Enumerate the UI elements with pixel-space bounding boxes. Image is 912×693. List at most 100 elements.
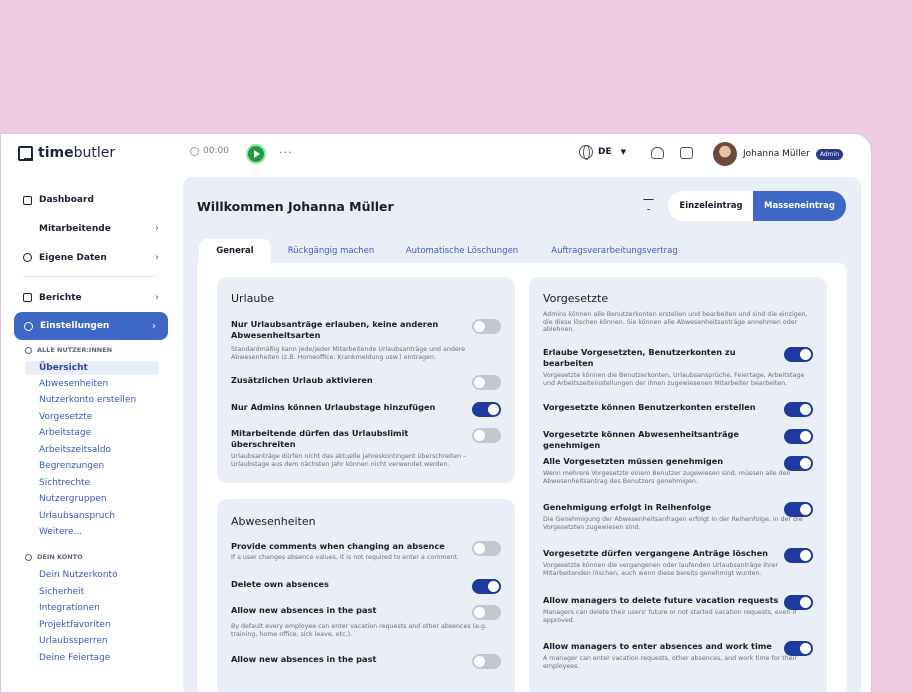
tab-general[interactable]: General bbox=[199, 239, 271, 265]
nav-einstellungen[interactable]: Einstellungen › bbox=[14, 312, 168, 340]
logo[interactable]: timebutler bbox=[18, 145, 115, 161]
sub-deine-feiertage[interactable]: Deine Feiertage bbox=[39, 653, 110, 663]
setting-label: Provide comments when changing an absenc… bbox=[231, 541, 445, 551]
toggle-switch[interactable] bbox=[472, 605, 501, 620]
nav-label: Einstellungen bbox=[40, 321, 110, 331]
toggle-switch[interactable] bbox=[784, 641, 813, 656]
divider bbox=[23, 276, 157, 277]
chevron-right-icon: › bbox=[155, 292, 159, 303]
intro-text: Admins können alle Benutzerkonten erstel… bbox=[543, 311, 813, 334]
mass-entry-button[interactable]: Masseneintrag bbox=[753, 191, 846, 221]
toggle-switch[interactable] bbox=[784, 548, 813, 563]
main-panel: Willkommen Johanna Müller Einzeleintrag … bbox=[183, 177, 861, 692]
nav-berichte[interactable]: Berichte › bbox=[23, 292, 159, 303]
tab-rueckgaengig[interactable]: Rückgängig machen bbox=[285, 239, 377, 265]
setting-desc: By default every employee can enter vaca… bbox=[231, 623, 487, 638]
chevron-right-icon: › bbox=[155, 223, 159, 234]
setting-row: Allow new absences in the past By defaul… bbox=[231, 605, 501, 638]
sub-nutzerkonto-erstellen[interactable]: Nutzerkonto erstellen bbox=[39, 395, 136, 405]
card-title: Abwesenheiten bbox=[231, 515, 316, 528]
toggle-switch[interactable] bbox=[472, 654, 501, 669]
logo-bold: time bbox=[38, 145, 74, 161]
toggle-switch[interactable] bbox=[472, 402, 501, 417]
toggle-switch[interactable] bbox=[784, 502, 813, 517]
mail-icon[interactable] bbox=[680, 147, 693, 159]
sub-urlaubssperren[interactable]: Urlaubssperren bbox=[39, 636, 108, 646]
language-select[interactable]: DE ▼ bbox=[579, 145, 626, 160]
sub-projektfavoriten[interactable]: Projektfavoriten bbox=[39, 620, 111, 630]
setting-label: Nur Admins können Urlaubstage hinzufügen bbox=[231, 402, 436, 412]
tab-automatische-loeschungen[interactable]: Automatische Löschungen bbox=[403, 239, 521, 265]
setting-row: Delete own absences bbox=[231, 579, 501, 594]
toggle-switch[interactable] bbox=[784, 402, 813, 417]
setting-row: Nur Urlaubsanträge erlauben, keine ander… bbox=[231, 319, 501, 361]
toggle-switch[interactable] bbox=[472, 541, 501, 556]
play-button[interactable] bbox=[246, 144, 266, 164]
nav-label: Dashboard bbox=[39, 195, 94, 205]
sub-vorgesetzte[interactable]: Vorgesetzte bbox=[39, 412, 92, 422]
sub-arbeitszeitsaldo[interactable]: Arbeitszeitsaldo bbox=[39, 445, 111, 455]
setting-label: Genehmigung erfolgt in Reihenfolge bbox=[543, 502, 712, 512]
home-icon bbox=[23, 195, 32, 205]
toggle-switch[interactable] bbox=[784, 456, 813, 471]
toggle-switch[interactable] bbox=[784, 429, 813, 444]
user-menu[interactable]: Johanna Müller Admin bbox=[713, 142, 843, 166]
globe-icon bbox=[579, 145, 593, 160]
setting-label: Nur Urlaubsanträge erlauben, keine ander… bbox=[231, 319, 439, 340]
tab-auftragsverarbeitung[interactable]: Auftragsverarbeitungsvertrag bbox=[548, 239, 681, 265]
toggle-switch[interactable] bbox=[472, 319, 501, 334]
card-urlaube: Urlaube Nur Urlaubsanträge erlauben, kei… bbox=[217, 277, 515, 483]
app-window: timebutler 00:00 ··· DE ▼ Johanna Müller… bbox=[0, 133, 872, 693]
sub-arbeitstage[interactable]: Arbeitstage bbox=[39, 428, 91, 438]
setting-label: Vorgesetzte dürfen vergangene Anträge lö… bbox=[543, 548, 768, 558]
setting-row: Genehmigung erfolgt in Reihenfolge Die G… bbox=[543, 502, 813, 531]
setting-desc: Vorgesetzte können die Benutzerkonten, U… bbox=[543, 372, 805, 387]
section-label: ALLE NUTZER:INNEN bbox=[37, 346, 113, 354]
toggle-switch[interactable] bbox=[784, 595, 813, 610]
sub-begrenzungen[interactable]: Begrenzungen bbox=[39, 461, 104, 471]
sub-nutzergruppen[interactable]: Nutzergruppen bbox=[39, 494, 107, 504]
sub-sicherheit[interactable]: Sicherheit bbox=[39, 587, 84, 597]
toggle-switch[interactable] bbox=[784, 347, 813, 362]
timer: 00:00 bbox=[190, 146, 229, 156]
setting-label: Alle Vorgesetzten müssen genehmigen bbox=[543, 456, 724, 466]
more-menu[interactable]: ··· bbox=[279, 146, 293, 159]
sub-urlaubsanspruch[interactable]: Urlaubsanspruch bbox=[39, 511, 115, 521]
person-icon bbox=[23, 253, 32, 262]
section-own-account: DEIN KONTO bbox=[25, 553, 83, 561]
setting-label: Erlaube Vorgesetzten, Benutzerkonten zu … bbox=[543, 347, 736, 368]
gear-icon bbox=[24, 321, 33, 331]
setting-desc: Admins können alle Benutzerkonten erstel… bbox=[543, 311, 808, 333]
sub-integrationen[interactable]: Integrationen bbox=[39, 603, 100, 613]
sub-sichtrechte[interactable]: Sichtrechte bbox=[39, 478, 90, 488]
chart-icon bbox=[23, 293, 32, 302]
setting-desc: Managers can delete their users' future … bbox=[543, 609, 797, 624]
filter-icon[interactable] bbox=[643, 199, 654, 210]
toggle-switch[interactable] bbox=[472, 428, 501, 443]
bell-icon[interactable] bbox=[651, 147, 664, 159]
sub-dein-nutzerkonto[interactable]: Dein Nutzerkonto bbox=[39, 570, 118, 580]
setting-desc: If a user changes absence values, it is … bbox=[231, 554, 459, 561]
admin-badge: Admin bbox=[815, 148, 843, 160]
toggle-switch[interactable] bbox=[472, 375, 501, 390]
toggle-switch[interactable] bbox=[472, 579, 501, 594]
setting-desc: Die Genehmigung der Abwesenheitsanfragen… bbox=[543, 516, 803, 531]
sub-weitere[interactable]: Weitere... bbox=[39, 527, 82, 537]
nav-dashboard[interactable]: Dashboard bbox=[23, 195, 159, 205]
users-icon bbox=[25, 346, 32, 354]
sub-abwesenheiten[interactable]: Abwesenheiten bbox=[39, 379, 108, 389]
setting-row: Nur Admins können Urlaubstage hinzufügen bbox=[231, 402, 501, 417]
nav-label: Eigene Daten bbox=[39, 252, 107, 263]
nav-eigene-daten[interactable]: Eigene Daten › bbox=[23, 252, 159, 263]
avatar bbox=[713, 142, 737, 166]
timer-value: 00:00 bbox=[203, 146, 229, 156]
setting-label: Vorgesetzte können Benutzerkonten erstel… bbox=[543, 402, 756, 412]
top-bar: timebutler 00:00 ··· DE ▼ Johanna Müller… bbox=[1, 134, 871, 176]
user-name: Johanna Müller bbox=[743, 149, 810, 159]
setting-row: Allow managers to delete future vacation… bbox=[543, 595, 813, 624]
nav-mitarbeitende[interactable]: Mitarbeitende › bbox=[23, 223, 159, 234]
sub-uebersicht[interactable]: Übersicht bbox=[25, 361, 159, 375]
nav-label: Berichte bbox=[39, 292, 82, 303]
setting-row: Provide comments when changing an absenc… bbox=[231, 541, 501, 562]
single-entry-button[interactable]: Einzeleintrag bbox=[668, 191, 754, 221]
